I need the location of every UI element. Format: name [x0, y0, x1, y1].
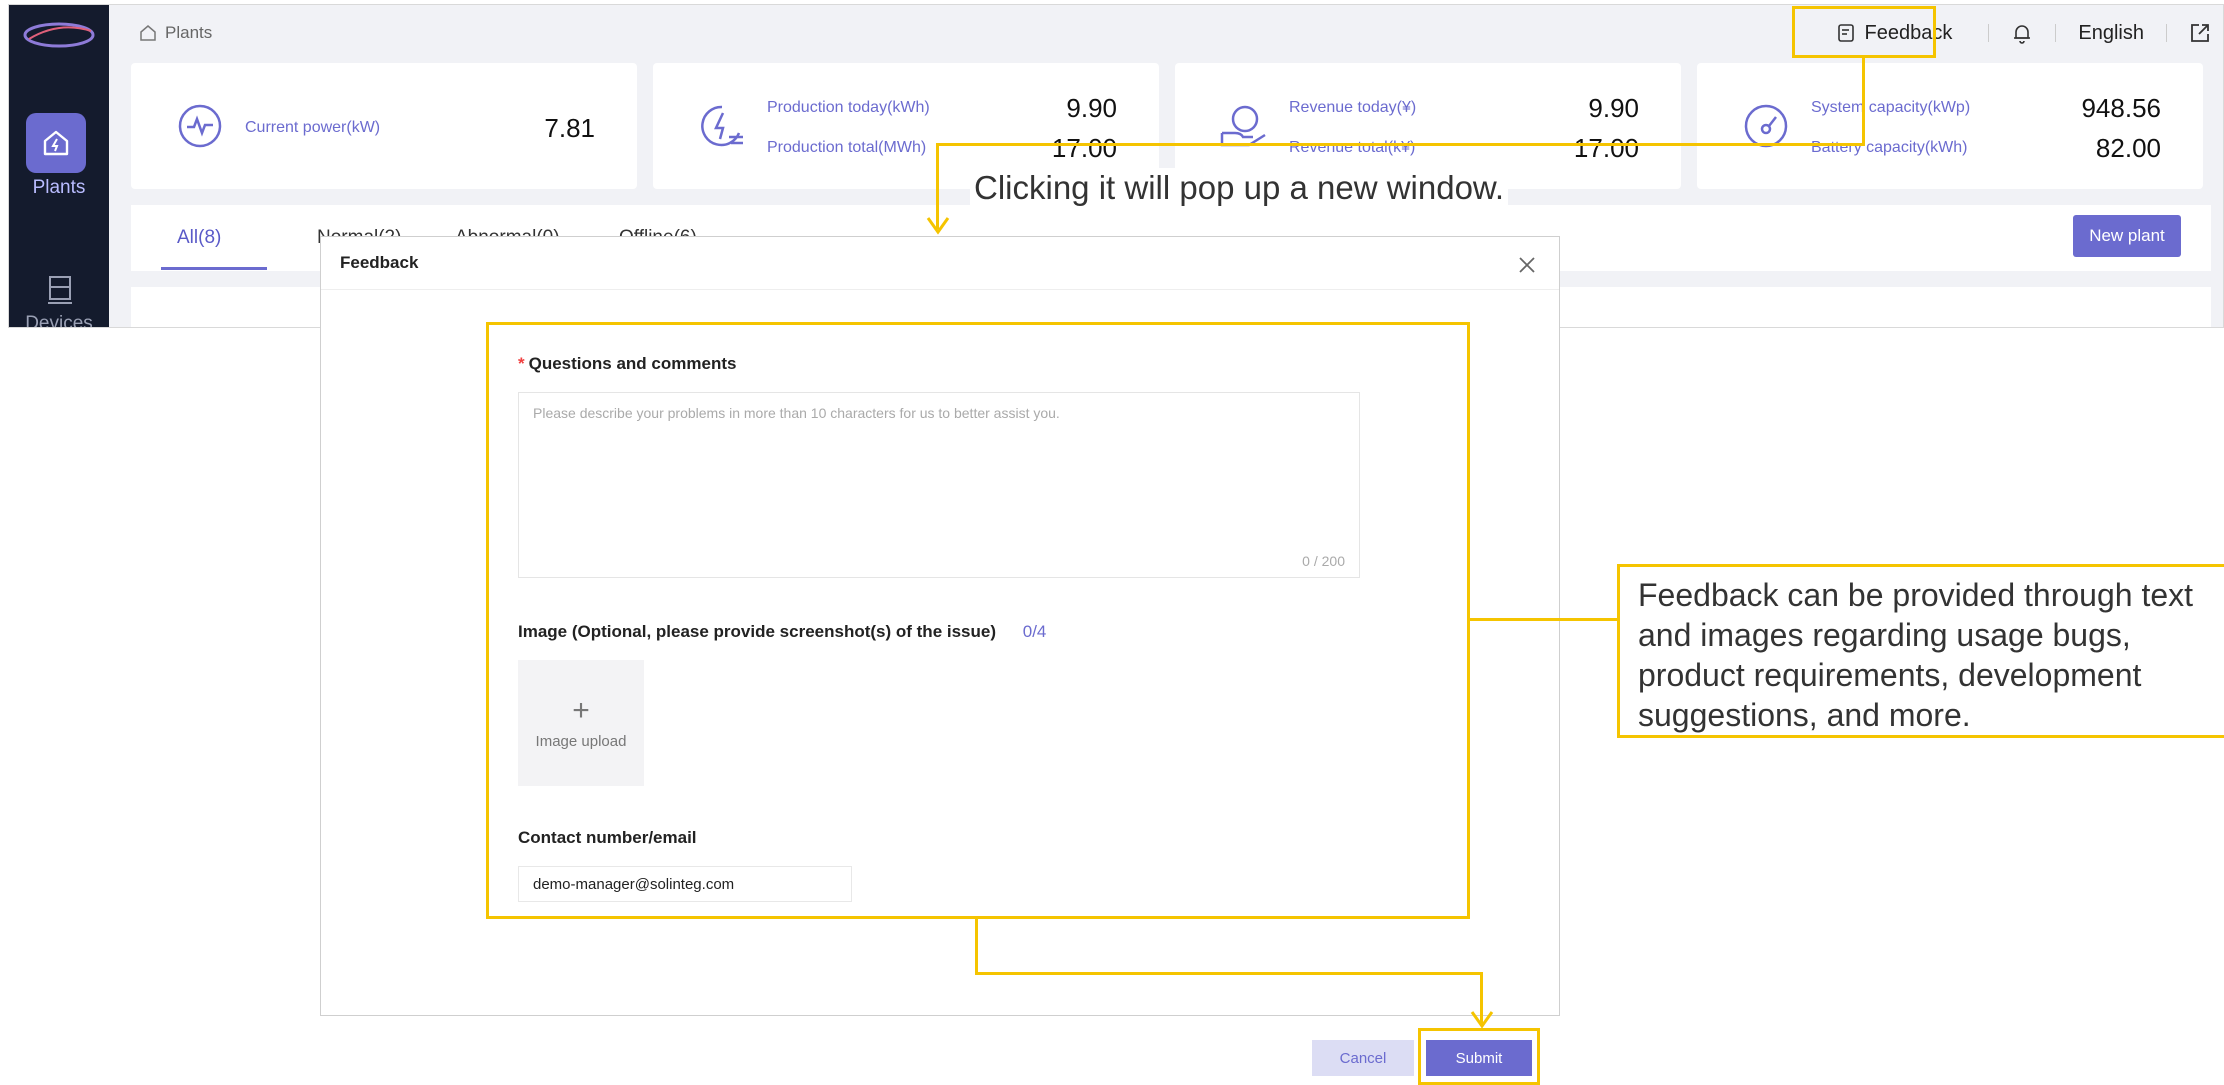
bell-icon[interactable]	[2011, 22, 2033, 44]
submit-highlight	[1418, 1028, 1540, 1085]
feedback-annotation: Feedback can be provided through text an…	[1617, 564, 2224, 738]
home-icon	[43, 130, 69, 156]
connector-line	[1862, 56, 1865, 146]
connector-line	[936, 143, 1865, 146]
home-icon	[140, 25, 156, 41]
production-today-label: Production today(kWh)	[767, 99, 930, 116]
revenue-total-label: Revenue total(k¥)	[1289, 139, 1416, 156]
arrow-down-icon	[926, 217, 950, 235]
sidebar: Plants Devices	[9, 5, 109, 327]
feedback-highlight	[1792, 6, 1936, 58]
breadcrumb-plants[interactable]: Plants	[165, 23, 212, 43]
current-power-value: 7.81	[544, 113, 595, 143]
divider	[2166, 24, 2167, 42]
arrow-down-icon	[1470, 1011, 1494, 1029]
new-plant-button[interactable]: New plant	[2073, 215, 2181, 257]
card-current-power: Current power(kW) 7.81	[131, 63, 637, 189]
tab-all[interactable]: All(8)	[177, 227, 221, 249]
revenue-today-value: 9.90	[1588, 93, 1639, 123]
sidebar-item-plants[interactable]	[26, 113, 86, 173]
cancel-button[interactable]: Cancel	[1312, 1040, 1414, 1076]
brand-logo	[23, 22, 95, 48]
close-icon[interactable]	[1517, 255, 1537, 275]
breadcrumb: Plants	[139, 23, 212, 43]
production-total-value: 17.00	[1051, 133, 1117, 163]
card-capacity: System capacity(kWp) 948.56 Battery capa…	[1697, 63, 2203, 189]
divider	[2055, 24, 2057, 42]
production-total-label: Production total(MWh)	[767, 139, 927, 156]
connector-line	[975, 917, 978, 975]
modal-header: Feedback	[321, 237, 1559, 290]
battery-capacity-label: Battery capacity(kWh)	[1811, 139, 1968, 156]
language-selector[interactable]: English	[2078, 22, 2144, 45]
revenue-today-label: Revenue today(¥)	[1289, 99, 1417, 116]
popup-annotation: Clicking it will pop up a new window.	[970, 168, 1509, 208]
sidebar-item-devices-label[interactable]: Devices	[9, 313, 109, 327]
tab-active-underline	[161, 267, 267, 270]
production-today-value: 9.90	[1066, 93, 1117, 123]
external-link-icon[interactable]	[2189, 22, 2211, 44]
divider	[1988, 24, 1990, 42]
modal-title: Feedback	[340, 253, 419, 272]
connector-line	[1468, 618, 1620, 621]
battery-capacity-value: 82.00	[2095, 133, 2161, 163]
power-icon	[178, 104, 222, 148]
production-icon	[701, 105, 743, 147]
revenue-total-value: 17.00	[1573, 133, 1639, 163]
system-capacity-label: System capacity(kWp)	[1811, 99, 1971, 116]
connector-line	[975, 972, 1483, 975]
form-highlight	[486, 322, 1470, 919]
system-capacity-value: 948.56	[2081, 93, 2161, 123]
device-icon[interactable]	[46, 275, 74, 305]
sidebar-item-plants-label[interactable]: Plants	[9, 177, 109, 199]
current-power-label: Current power(kW)	[245, 119, 381, 136]
